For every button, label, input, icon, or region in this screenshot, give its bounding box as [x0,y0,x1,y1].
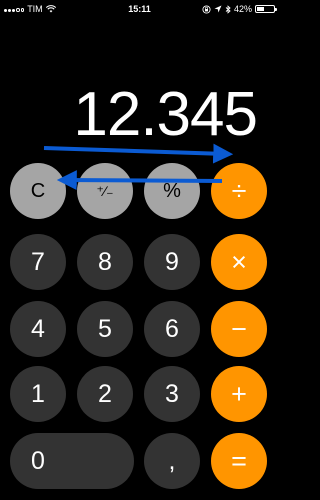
battery-percent: 42% [233,4,252,14]
plus-label: + [231,378,247,409]
equals-label: = [231,445,247,476]
plus-button[interactable]: + [211,366,267,422]
plus-minus-label: ⁺∕₋ [96,182,114,199]
digit-7-label: 7 [31,247,45,276]
digit-0-button[interactable]: 0 [10,433,134,489]
battery-icon [255,5,277,13]
digit-6-button[interactable]: 6 [144,301,200,357]
digit-7-button[interactable]: 7 [10,234,66,290]
digit-4-button[interactable]: 4 [10,301,66,357]
digit-1-label: 1 [31,379,45,408]
multiply-label: × [231,246,247,277]
digit-3-label: 3 [165,379,179,408]
digit-1-button[interactable]: 1 [10,366,66,422]
status-bar: TIM 15:11 42% [0,0,279,20]
digit-8-label: 8 [98,247,112,276]
digit-9-button[interactable]: 9 [144,234,200,290]
digit-4-label: 4 [31,314,45,343]
divide-label: ÷ [231,175,247,206]
minus-label: − [231,313,247,344]
percent-label: % [163,179,181,202]
decimal-button[interactable]: , [144,433,200,489]
percent-button[interactable]: % [144,163,200,219]
equals-button[interactable]: = [211,433,267,489]
minus-button[interactable]: − [211,301,267,357]
multiply-button[interactable]: × [211,234,267,290]
digit-2-button[interactable]: 2 [77,366,133,422]
digit-0-label: 0 [31,446,45,475]
digit-3-button[interactable]: 3 [144,366,200,422]
digit-5-button[interactable]: 5 [77,301,133,357]
digit-6-label: 6 [165,314,179,343]
digit-8-button[interactable]: 8 [77,234,133,290]
bluetooth-icon [225,4,231,14]
digit-2-label: 2 [98,379,112,408]
plus-minus-button[interactable]: ⁺∕₋ [77,163,133,219]
location-icon [214,5,222,13]
digit-9-label: 9 [165,247,179,276]
digit-5-label: 5 [98,314,112,343]
clear-button[interactable]: C [10,163,66,219]
lock-rotation-icon [202,4,211,14]
divide-button[interactable]: ÷ [211,163,267,219]
clear-label: C [30,179,46,202]
decimal-label: , [168,446,176,475]
battery-level [257,7,264,11]
result-display: 12.345 [73,80,258,149]
status-right: 42% [202,4,277,14]
